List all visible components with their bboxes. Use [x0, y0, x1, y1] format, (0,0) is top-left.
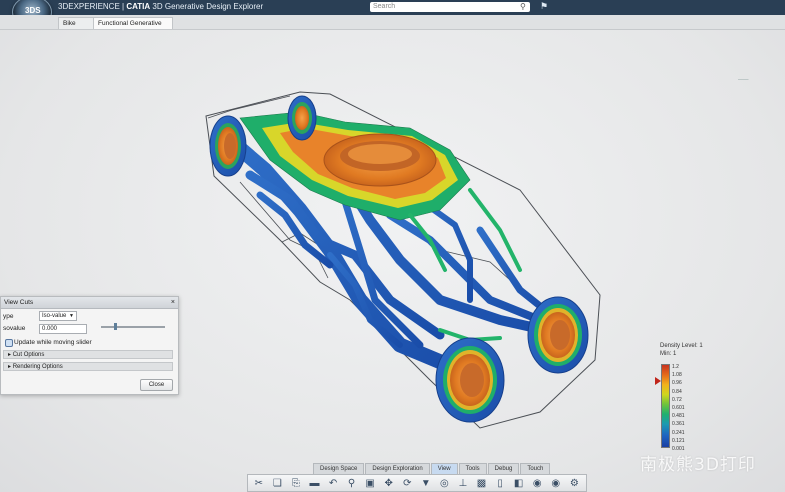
legend-tick: 0.361 [672, 421, 685, 428]
lookat-icon[interactable]: ◎ [438, 477, 452, 490]
settings-icon[interactable]: ⚙ [568, 477, 582, 490]
scissors-icon[interactable]: ✂ [252, 477, 266, 490]
cube-icon[interactable]: ▣ [363, 477, 377, 490]
axis-icon[interactable]: ⊥ [456, 477, 470, 490]
legend-tick: 0.96 [672, 380, 682, 387]
undo-icon[interactable]: ↶ [326, 477, 340, 490]
legend-tick: 0.84 [672, 388, 682, 395]
legend-tick: 0.601 [672, 404, 685, 411]
legend-subtitle: Min: 1 [660, 351, 677, 357]
isovalue-slider-track[interactable] [101, 326, 165, 328]
update-checkbox[interactable] [5, 339, 13, 347]
legend-tick: 0.121 [672, 437, 685, 444]
legend-tick: 1.08 [672, 372, 682, 379]
legend-ticks: 1.2 1.08 0.96 0.84 0.72 0.601 0.481 0.36… [672, 363, 702, 453]
camera-icon[interactable]: ◉ [549, 477, 563, 490]
cut-options-section[interactable]: ▸ Cut Options [3, 350, 173, 359]
rendering-options-section[interactable]: ▸ Rendering Options [3, 362, 173, 371]
paste-icon[interactable]: ⎘ [289, 477, 303, 490]
density-color-scale [661, 364, 670, 448]
type-label: ype [3, 313, 14, 320]
section-icon[interactable]: ◧ [512, 477, 526, 490]
action-bar-tabs: Design Space Design Exploration View Too… [313, 463, 551, 475]
panel-title: View Cuts [4, 299, 34, 306]
update-label: Update while moving slider [14, 339, 92, 346]
legend-tick: 0.241 [672, 429, 685, 436]
isovalue-label: sovalue [3, 325, 26, 332]
pan-icon[interactable]: ✥ [382, 477, 396, 490]
type-select-value: Iso-value [42, 313, 67, 319]
legend-tick: 0.72 [672, 396, 682, 403]
legend-title: Density Level: 1 [660, 343, 703, 349]
watermark-text: 南极熊3D打印 [640, 455, 756, 475]
copy-icon[interactable]: ❏ [271, 477, 285, 490]
filter-icon[interactable]: ▼ [419, 477, 433, 490]
legend-tick: 0.481 [672, 413, 685, 420]
front-view-icon[interactable]: ▯ [493, 477, 507, 490]
cut-options-label: Cut Options [12, 352, 45, 358]
view-cube-icon[interactable]: ▩ [475, 477, 489, 490]
panel-header[interactable]: View Cuts × [1, 297, 178, 309]
delete-icon[interactable]: ▬ [308, 477, 322, 490]
chevron-down-icon: ▼ [69, 313, 74, 319]
close-icon[interactable]: × [171, 297, 175, 308]
rotate-icon[interactable]: ⟳ [401, 477, 415, 490]
isovalue-field[interactable]: 0.000 [39, 324, 87, 334]
action-bar: ✂ ❏ ⎘ ▬ ↶ ⚲ ▣ ✥ ⟳ ▼ ◎ ⊥ ▩ ▯ ◧ ◉ ◉ ⚙ [247, 474, 587, 492]
legend-tick: 1.2 [672, 364, 679, 370]
render-icon[interactable]: ◉ [530, 477, 544, 490]
view-cuts-panel: View Cuts × ype Iso-value ▼ sovalue 0.00… [0, 296, 179, 395]
isovalue-slider-thumb[interactable] [114, 323, 117, 330]
close-button[interactable]: Close [140, 379, 173, 391]
rendering-options-label: Rendering Options [12, 364, 63, 370]
type-select[interactable]: Iso-value ▼ [39, 311, 77, 321]
zoom-icon[interactable]: ⚲ [345, 477, 359, 490]
